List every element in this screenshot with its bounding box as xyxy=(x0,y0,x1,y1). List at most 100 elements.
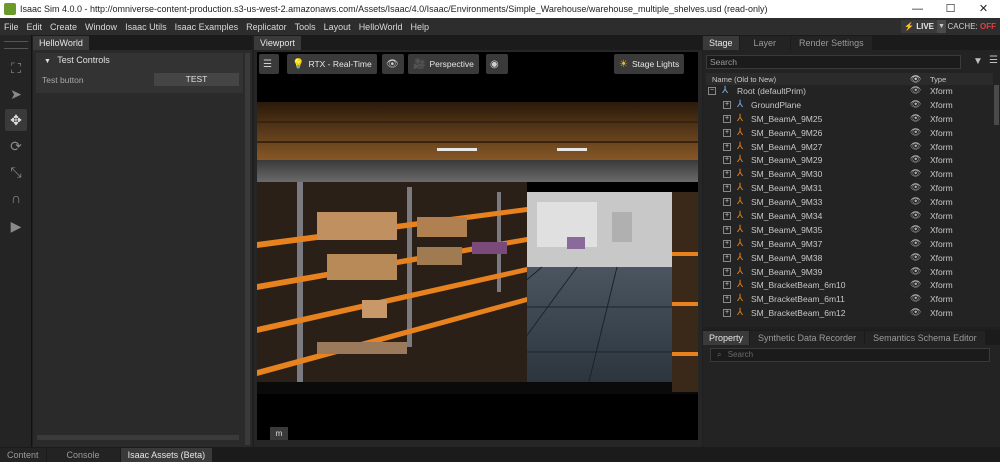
visibility-eye-icon[interactable]: 👁 xyxy=(910,279,921,290)
menu-window[interactable]: Window xyxy=(81,22,121,32)
tree-row[interactable]: + ⅄ SM_BracketBeam_6m11 👁 Xform xyxy=(706,293,993,307)
tab-property[interactable]: Property xyxy=(703,331,750,345)
expand-toggle[interactable]: + xyxy=(723,100,731,109)
expand-toggle[interactable]: + xyxy=(723,128,731,137)
expand-toggle[interactable]: + xyxy=(723,239,731,248)
visibility-eye-icon[interactable]: 👁 xyxy=(910,141,921,152)
visibility-eye-icon[interactable]: 👁 xyxy=(910,293,921,304)
tab-content[interactable]: Content xyxy=(0,448,46,462)
broadcast-button[interactable]: ◉ xyxy=(486,54,508,74)
menu-helloworld[interactable]: HelloWorld xyxy=(355,22,407,32)
tab-console[interactable]: Console xyxy=(46,448,120,462)
collapse-toggle[interactable]: − xyxy=(708,87,716,95)
visibility-eye-icon[interactable]: 👁 xyxy=(910,168,921,179)
visibility-eye-icon[interactable]: 👁 xyxy=(910,113,921,124)
horizontal-scrollbar[interactable] xyxy=(37,435,239,440)
tree-row[interactable]: + ⅄ SM_BeamA_9M38 👁 Xform xyxy=(706,252,993,266)
tab-synthetic-data-recorder[interactable]: Synthetic Data Recorder xyxy=(750,331,865,345)
filter-icon[interactable]: ▼ xyxy=(973,56,983,67)
visibility-eye-icon[interactable]: 👁 xyxy=(910,238,921,249)
expand-toggle[interactable]: + xyxy=(723,184,731,193)
expand-toggle[interactable]: + xyxy=(723,253,731,262)
expand-toggle[interactable]: + xyxy=(723,267,731,276)
live-dropdown-button[interactable]: ▼ xyxy=(937,20,946,33)
snap-icon[interactable]: ∩ xyxy=(5,187,27,209)
column-type[interactable]: Type xyxy=(930,75,946,84)
visibility-eye-icon[interactable]: 👁 xyxy=(910,252,921,263)
renderer-button[interactable]: 💡 RTX - Real-Time xyxy=(287,54,377,74)
tab-helloworld[interactable]: HelloWorld xyxy=(33,36,89,50)
move-icon[interactable]: ✥ xyxy=(5,109,27,131)
menu-replicator[interactable]: Replicator xyxy=(242,22,291,32)
column-name[interactable]: Name (Old to New) xyxy=(712,75,776,84)
tree-row[interactable]: + ⅄ SM_BeamA_9M25 👁 Xform xyxy=(706,113,993,127)
tree-row[interactable]: + ⅄ SM_BeamA_9M34 👁 Xform xyxy=(706,210,993,224)
maximize-button[interactable]: ☐ xyxy=(934,0,967,18)
expand-toggle[interactable]: + xyxy=(723,198,731,207)
menu-edit[interactable]: Edit xyxy=(23,22,47,32)
vertical-scrollbar[interactable] xyxy=(245,53,250,445)
tree-row[interactable]: + ⅄ SM_BeamA_9M39 👁 Xform xyxy=(706,266,993,280)
expand-toggle[interactable]: + xyxy=(723,156,731,165)
visibility-eye-icon[interactable]: 👁 xyxy=(910,224,921,235)
close-button[interactable]: ✕ xyxy=(967,0,1000,18)
visibility-eye-icon[interactable]: 👁 xyxy=(910,196,921,207)
test-button[interactable]: TEST xyxy=(154,73,239,86)
options-menu-icon[interactable]: ☰ xyxy=(989,55,998,66)
stage-lights-button[interactable]: ☀ Stage Lights xyxy=(614,54,685,74)
tree-row[interactable]: + ⅄ SM_BeamA_9M26 👁 Xform xyxy=(706,127,993,141)
expand-toggle[interactable]: + xyxy=(723,114,731,123)
visibility-eye-icon[interactable]: 👁 xyxy=(910,210,921,221)
expand-toggle[interactable]: + xyxy=(723,281,731,290)
tree-row-groundplane[interactable]: + ⅄ GroundPlane 👁 Xform xyxy=(706,99,993,113)
menu-create[interactable]: Create xyxy=(46,22,81,32)
tree-row[interactable]: + ⅄ SM_BeamA_9M37 👁 Xform xyxy=(706,238,993,252)
tab-viewport[interactable]: Viewport xyxy=(254,36,301,50)
viewport-render[interactable]: ☰ 💡 RTX - Real-Time 👁 🎥 Perspective ◉ ☀ … xyxy=(257,52,698,440)
minimize-button[interactable]: — xyxy=(901,0,934,18)
menu-file[interactable]: File xyxy=(0,22,23,32)
tab-stage[interactable]: Stage xyxy=(703,36,739,50)
menu-help[interactable]: Help xyxy=(407,22,434,32)
tab-render-settings[interactable]: Render Settings xyxy=(791,36,872,50)
tree-row-root[interactable]: − ⅄ Root (defaultPrim) 👁 Xform xyxy=(706,85,993,99)
stage-search-input[interactable]: Search xyxy=(706,55,961,69)
visibility-eye-icon[interactable]: 👁 xyxy=(910,127,921,138)
viewport-settings-button[interactable]: ☰ xyxy=(259,54,279,74)
property-search-input[interactable]: ⌕ Search xyxy=(710,348,990,362)
play-icon[interactable]: ▶ xyxy=(5,215,27,237)
rotate-icon[interactable]: ⟳ xyxy=(5,135,27,157)
tree-row[interactable]: + ⅄ SM_BeamA_9M35 👁 Xform xyxy=(706,224,993,238)
pointer-icon[interactable]: ➤ xyxy=(5,83,27,105)
visibility-eye-icon[interactable]: 👁 xyxy=(910,154,921,165)
visibility-button[interactable]: 👁 xyxy=(382,54,404,74)
tree-row[interactable]: + ⅄ SM_BeamA_9M33 👁 Xform xyxy=(706,196,993,210)
menu-tools[interactable]: Tools xyxy=(291,22,320,32)
tab-layer[interactable]: Layer xyxy=(739,36,791,50)
toolbar-grip[interactable] xyxy=(4,41,28,49)
tree-row[interactable]: + ⅄ SM_BracketBeam_6m12 👁 Xform xyxy=(706,307,993,321)
test-controls-header[interactable]: ▼ Test Controls xyxy=(36,53,243,67)
menu-layout[interactable]: Layout xyxy=(320,22,355,32)
tab-isaac-assets[interactable]: Isaac Assets (Beta) xyxy=(120,448,213,462)
tree-row[interactable]: + ⅄ SM_BracketBeam_6m10 👁 Xform xyxy=(706,279,993,293)
select-icon[interactable]: ⛶ xyxy=(5,57,27,79)
expand-toggle[interactable]: + xyxy=(723,295,731,304)
expand-toggle[interactable]: + xyxy=(723,142,731,151)
tree-row[interactable]: + ⅄ SM_BeamA_9M29 👁 Xform xyxy=(706,154,993,168)
visibility-eye-icon[interactable]: 👁 xyxy=(910,307,921,318)
visibility-eye-icon[interactable]: 👁 xyxy=(910,85,921,96)
visibility-eye-icon[interactable]: 👁 xyxy=(910,182,921,193)
tree-row[interactable]: + ⅄ SM_BeamA_9M31 👁 Xform xyxy=(706,182,993,196)
visibility-eye-icon[interactable]: 👁 xyxy=(910,99,921,110)
expand-toggle[interactable]: + xyxy=(723,170,731,179)
live-button[interactable]: ⚡ LIVE xyxy=(901,20,937,33)
tab-semantics-schema-editor[interactable]: Semantics Schema Editor xyxy=(865,331,985,345)
expand-toggle[interactable]: + xyxy=(723,212,731,221)
expand-toggle[interactable]: + xyxy=(723,309,731,318)
menu-isaac-examples[interactable]: Isaac Examples xyxy=(171,22,243,32)
camera-button[interactable]: 🎥 Perspective xyxy=(408,54,479,74)
scale-icon[interactable]: ⤡ xyxy=(5,161,27,183)
tree-row[interactable]: + ⅄ SM_BeamA_9M27 👁 Xform xyxy=(706,141,993,155)
tree-row[interactable]: + ⅄ SM_BeamA_9M30 👁 Xform xyxy=(706,168,993,182)
